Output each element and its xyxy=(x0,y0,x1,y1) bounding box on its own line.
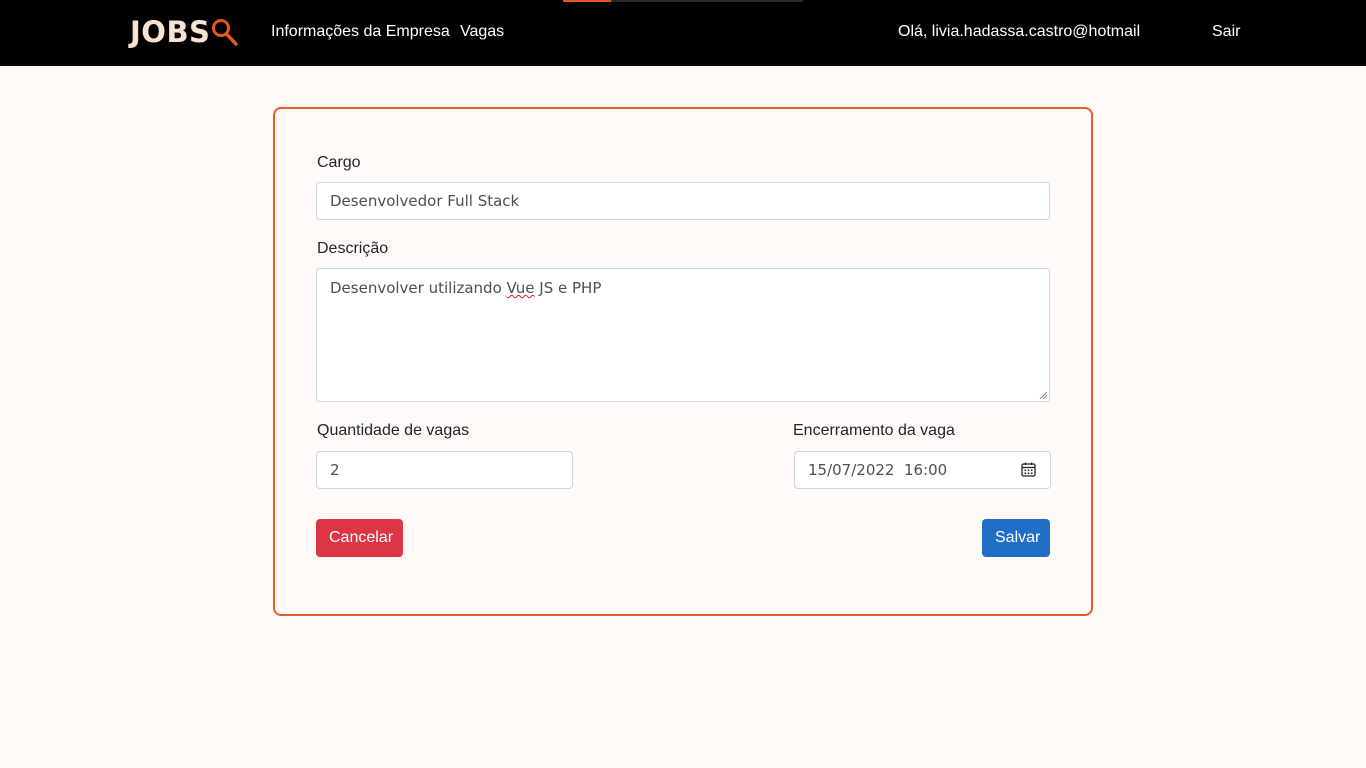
quantidade-input[interactable] xyxy=(316,451,573,489)
spellcheck-flagged-word: Vue xyxy=(506,279,535,297)
cargo-label: Cargo xyxy=(317,154,361,171)
cargo-input[interactable] xyxy=(316,182,1050,220)
save-button[interactable]: Salvar xyxy=(982,519,1050,557)
loading-progress-bar xyxy=(563,0,803,2)
cancel-button[interactable]: Cancelar xyxy=(316,519,403,557)
calendar-icon[interactable] xyxy=(1021,462,1036,477)
descricao-label: Descrição xyxy=(317,240,389,257)
logo-text: JOBS xyxy=(130,15,211,49)
descricao-textarea[interactable]: Desenvolver utilizando Vue JS e PHP xyxy=(316,268,1050,402)
encerramento-label: Encerramento da vaga xyxy=(793,422,955,439)
resize-handle-icon[interactable] xyxy=(1039,391,1047,399)
nav-vagas[interactable]: Vagas xyxy=(460,23,504,41)
descricao-text-before: Desenvolver utilizando xyxy=(330,279,507,297)
encerramento-datetime-input[interactable] xyxy=(794,451,1051,489)
nav-company-info[interactable]: Informações da Empresa xyxy=(271,23,450,41)
encerramento-datetime-wrapper xyxy=(794,451,1051,489)
user-greeting: Olá, livia.hadassa.castro@hotmail xyxy=(898,23,1141,40)
descricao-text-after: JS e PHP xyxy=(534,279,602,297)
top-navbar: JOBS Informações da Empresa Vagas Olá, l… xyxy=(0,0,1366,66)
loading-progress-fill xyxy=(563,0,611,2)
job-form-card: Cargo Descrição Desenvolver utilizando V… xyxy=(273,107,1093,616)
logo[interactable]: JOBS xyxy=(130,14,239,50)
magnifier-icon xyxy=(212,19,239,46)
logout-link[interactable]: Sair xyxy=(1212,23,1240,41)
quantidade-label: Quantidade de vagas xyxy=(317,422,470,439)
